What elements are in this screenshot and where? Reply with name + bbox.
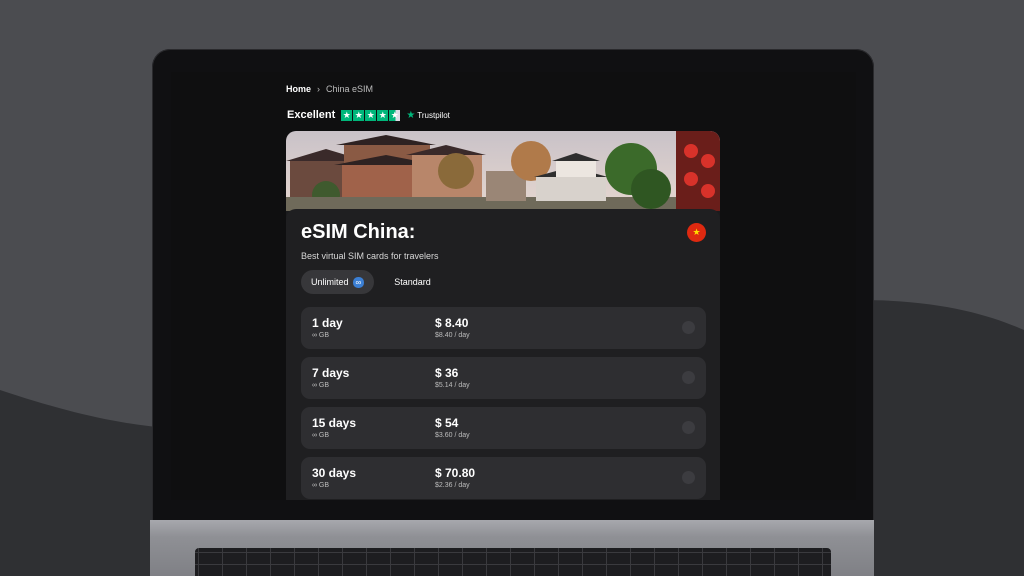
tab-unlimited[interactable]: Unlimited ∞ [301, 270, 375, 294]
product-panel: ★ eSIM China: Best virtual SIM cards for… [286, 209, 720, 500]
trustpilot-star-icon: ★ [406, 109, 416, 121]
page-subtitle: Best virtual SIM cards for travelers [301, 251, 439, 261]
plan-option-15-days[interactable]: 15 days ∞ GB $ 54 $3.60 / day [301, 407, 706, 449]
star-icon: ★ [377, 109, 389, 121]
trustpilot-logo: ★ Trustpilot [406, 110, 450, 121]
plan-data: ∞ GB [312, 482, 330, 489]
plan-price: $ 36 [435, 366, 459, 380]
plan-price: $ 54 [435, 416, 459, 430]
plan-price-per-day: $3.60 / day [435, 432, 470, 439]
plan-price-per-day: $5.14 / day [435, 382, 470, 389]
tab-standard-label: Standard [394, 277, 431, 287]
plan-option-1-day[interactable]: 1 day ∞ GB $ 8.40 $8.40 / day [301, 307, 706, 349]
plan-option-30-days[interactable]: 30 days ∞ GB $ 70.80 $2.36 / day [301, 457, 706, 499]
china-banner-image [286, 131, 720, 211]
rating-label: Excellent [287, 109, 336, 121]
product-card: ★ eSIM China: Best virtual SIM cards for… [286, 131, 720, 500]
plan-radio-button[interactable] [682, 371, 695, 384]
plan-price-per-day: $2.36 / day [435, 482, 470, 489]
plan-list: 1 day ∞ GB $ 8.40 $8.40 / day 7 days ∞ G… [301, 307, 706, 500]
infinity-icon: ∞ [352, 276, 365, 288]
breadcrumb-separator-icon: › [317, 84, 321, 94]
plan-radio-button[interactable] [682, 321, 695, 334]
trustpilot-rating[interactable]: Excellent ★ ★ ★ ★ ★ ★ Trustpilot [287, 109, 450, 121]
half-star-icon: ★ [389, 109, 401, 121]
plan-type-tabs: Unlimited ∞ Standard [301, 270, 441, 294]
plan-duration: 7 days [312, 366, 350, 380]
plan-duration: 15 days [312, 416, 357, 430]
tab-standard[interactable]: Standard [384, 270, 441, 294]
plan-duration: 1 day [312, 316, 343, 330]
star-icon: ★ [353, 109, 365, 121]
breadcrumb: Home › China eSIM [286, 84, 373, 94]
plan-data: ∞ GB [312, 332, 330, 339]
tab-unlimited-label: Unlimited [311, 277, 349, 287]
plan-data: ∞ GB [312, 432, 330, 439]
plan-radio-button[interactable] [682, 421, 695, 434]
plan-duration: 30 days [312, 466, 357, 480]
plan-price: $ 70.80 [435, 466, 476, 480]
trustpilot-name: Trustpilot [417, 110, 450, 120]
star-icon: ★ [341, 109, 353, 121]
plan-price-per-day: $8.40 / day [435, 332, 470, 339]
rating-stars: ★ ★ ★ ★ ★ [341, 109, 401, 121]
plan-data: ∞ GB [312, 382, 330, 389]
page-title: eSIM China: [301, 221, 416, 243]
breadcrumb-current: China eSIM [326, 84, 374, 94]
star-icon: ★ [365, 109, 377, 121]
china-flag-icon: ★ [687, 223, 706, 242]
plan-price: $ 8.40 [435, 316, 469, 330]
plan-option-7-days[interactable]: 7 days ∞ GB $ 36 $5.14 / day [301, 357, 706, 399]
plan-radio-button[interactable] [682, 471, 695, 484]
laptop-keyboard [195, 548, 831, 576]
laptop-screen: Home › China eSIM Excellent ★ ★ ★ ★ ★ ★ … [171, 72, 856, 500]
breadcrumb-home-link[interactable]: Home [286, 84, 311, 94]
